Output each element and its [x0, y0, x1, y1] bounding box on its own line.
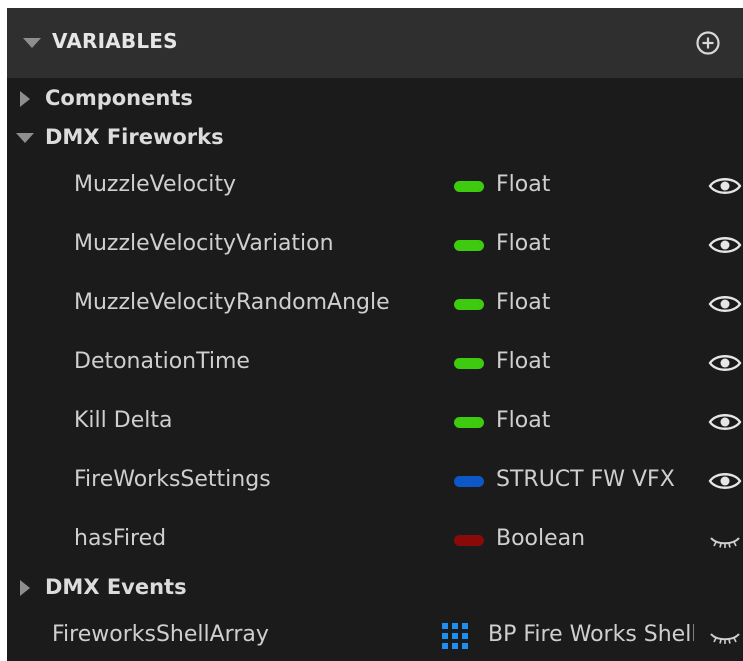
variable-type[interactable]: STRUCT FW VFX [496, 467, 692, 492]
variable-type[interactable]: Float [496, 349, 696, 374]
variable-name: Kill Delta [74, 408, 173, 433]
category-label: DMX Events [45, 575, 187, 599]
variable-row[interactable]: MuzzleVelocityVariation Float [7, 217, 743, 275]
eye-closed-icon[interactable] [707, 624, 743, 648]
variable-type[interactable]: Boolean [496, 526, 696, 551]
variable-type[interactable]: BP Fire Works Shell [488, 622, 694, 647]
expand-arrow-icon[interactable] [20, 91, 30, 107]
variable-type[interactable]: Float [496, 172, 696, 197]
struct-type-pill-icon [454, 476, 484, 487]
eye-visible-icon[interactable] [707, 410, 743, 434]
eye-closed-icon[interactable] [707, 528, 743, 552]
float-type-pill-icon [454, 240, 484, 251]
variables-panel: VARIABLES Components DMX Fireworks Muzzl… [7, 8, 743, 661]
variable-name: MuzzleVelocityRandomAngle [74, 290, 390, 315]
float-type-pill-icon [454, 181, 484, 192]
variable-type[interactable]: Float [496, 290, 696, 315]
variables-title: VARIABLES [52, 29, 178, 53]
category-dmx-fireworks[interactable]: DMX Fireworks [7, 118, 743, 158]
variables-header[interactable]: VARIABLES [7, 8, 743, 78]
variable-row[interactable]: FireWorksSettings STRUCT FW VFX [7, 453, 743, 511]
float-type-pill-icon [454, 299, 484, 310]
float-type-pill-icon [454, 417, 484, 428]
eye-visible-icon[interactable] [707, 292, 743, 316]
boolean-type-pill-icon [454, 535, 484, 546]
variable-name: hasFired [74, 526, 167, 551]
eye-visible-icon[interactable] [707, 174, 743, 198]
variable-type[interactable]: Float [496, 231, 696, 256]
category-label: Components [45, 86, 193, 110]
category-components[interactable]: Components [7, 79, 743, 119]
variable-name: FireworksShellArray [52, 622, 269, 647]
expand-arrow-icon[interactable] [20, 580, 30, 596]
variable-row[interactable]: MuzzleVelocityRandomAngle Float [7, 276, 743, 334]
variable-row[interactable]: MuzzleVelocity Float [7, 158, 743, 216]
variable-name: MuzzleVelocityVariation [74, 231, 334, 256]
array-grid-icon [442, 623, 468, 649]
collapse-arrow-icon[interactable] [16, 133, 34, 143]
variable-row[interactable]: FireworksShellArray BP Fire Works Shell [7, 608, 743, 661]
float-type-pill-icon [454, 358, 484, 369]
variable-name: MuzzleVelocity [74, 172, 236, 197]
variable-type[interactable]: Float [496, 408, 696, 433]
category-dmx-events[interactable]: DMX Events [7, 568, 743, 608]
eye-visible-icon[interactable] [707, 233, 743, 257]
variable-row[interactable]: Kill Delta Float [7, 394, 743, 452]
variable-row[interactable]: hasFired Boolean [7, 512, 743, 570]
eye-visible-icon[interactable] [707, 469, 743, 493]
variable-name: DetonationTime [74, 349, 250, 374]
variable-row[interactable]: DetonationTime Float [7, 335, 743, 393]
plus-circle-icon[interactable] [695, 30, 721, 56]
category-label: DMX Fireworks [45, 125, 224, 149]
eye-visible-icon[interactable] [707, 351, 743, 375]
variable-name: FireWorksSettings [74, 467, 271, 492]
collapse-arrow-icon[interactable] [23, 38, 41, 48]
